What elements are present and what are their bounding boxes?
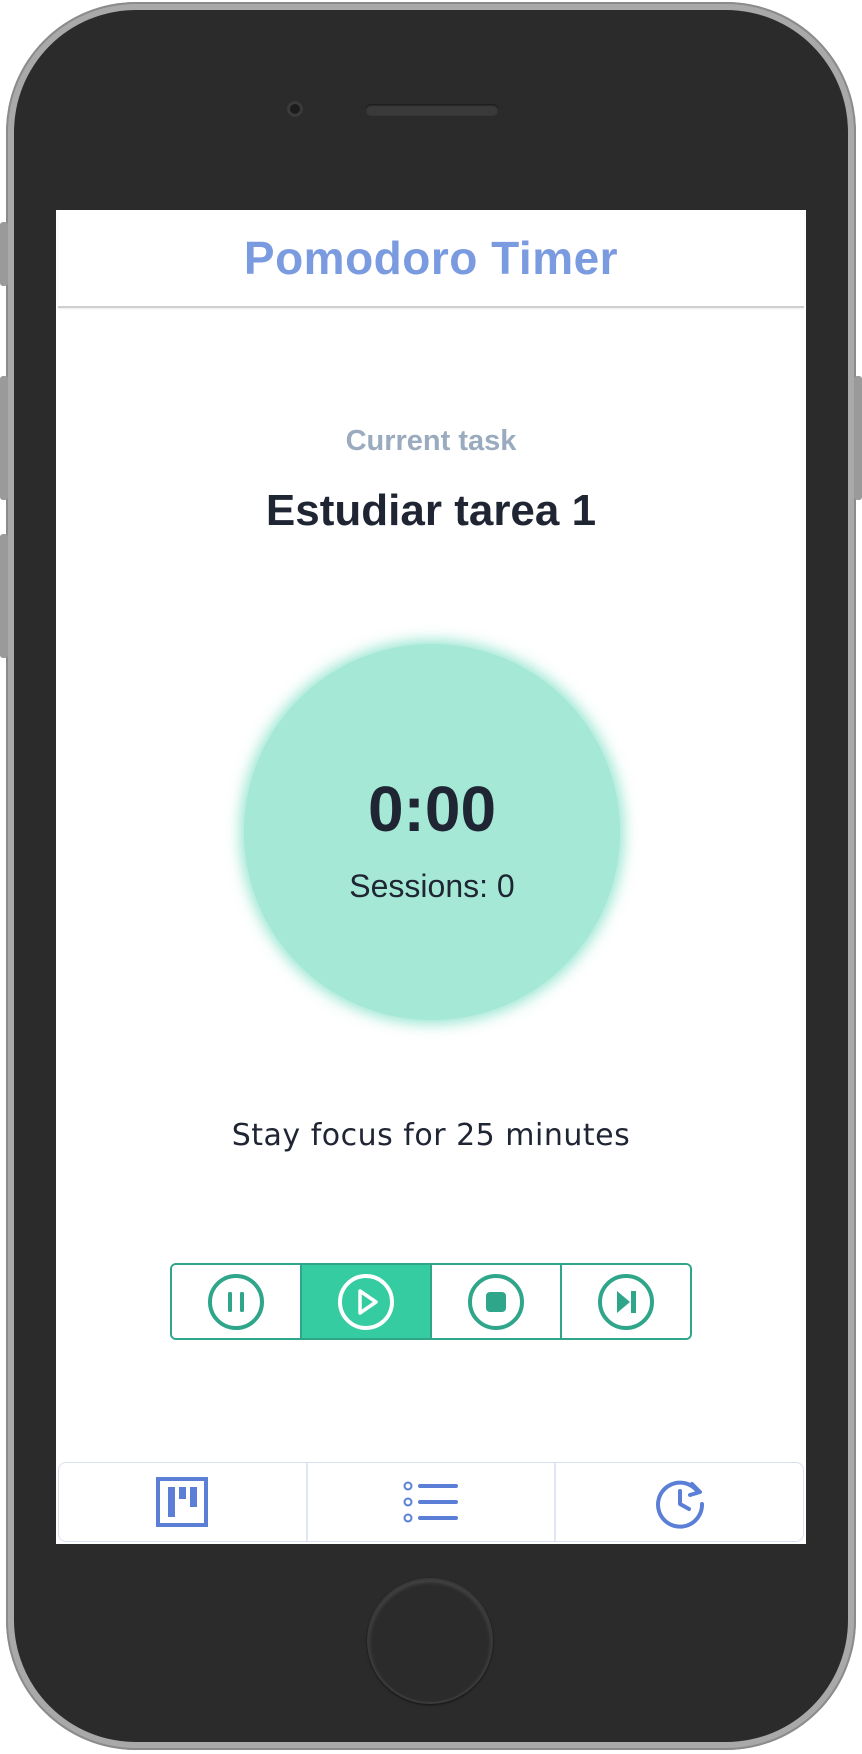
timer-display: 0:00 — [367, 773, 497, 845]
history-icon — [655, 1480, 704, 1529]
stop-button[interactable] — [432, 1265, 562, 1338]
tab-history[interactable] — [556, 1463, 803, 1541]
app-title: Pomodoro Timer — [243, 232, 619, 284]
skip-next-icon — [598, 1273, 654, 1330]
timer-controls — [170, 1263, 692, 1340]
current-task-label: Current task — [345, 425, 517, 457]
front-camera — [287, 101, 303, 117]
phone-mute-switch — [0, 222, 8, 286]
pause-button[interactable] — [172, 1265, 302, 1338]
home-button[interactable] — [367, 1578, 493, 1704]
play-icon — [338, 1273, 394, 1330]
tab-board[interactable] — [59, 1463, 308, 1541]
tab-task-list[interactable] — [308, 1463, 557, 1541]
app-header: Pomodoro Timer — [58, 210, 804, 308]
pause-icon — [208, 1273, 264, 1330]
skip-button[interactable] — [562, 1265, 690, 1338]
focus-message: Stay focus for 25 minutes — [231, 1118, 631, 1153]
app-screen: Pomodoro Timer Current task Estudiar tar… — [56, 210, 806, 1544]
board-icon — [156, 1477, 209, 1527]
earpiece-speaker — [365, 104, 499, 116]
list-icon — [403, 1481, 458, 1523]
sessions-count: Sessions: 0 — [349, 868, 515, 904]
phone-volume-down — [0, 534, 8, 658]
timer-circle: 0:00 Sessions: 0 — [244, 644, 620, 1020]
bottom-tab-bar — [58, 1462, 804, 1542]
phone-power-button — [854, 376, 862, 500]
current-task-name: Estudiar tarea 1 — [265, 486, 597, 535]
phone-volume-up — [0, 376, 8, 500]
stop-icon — [468, 1273, 524, 1330]
play-button[interactable] — [302, 1265, 432, 1338]
